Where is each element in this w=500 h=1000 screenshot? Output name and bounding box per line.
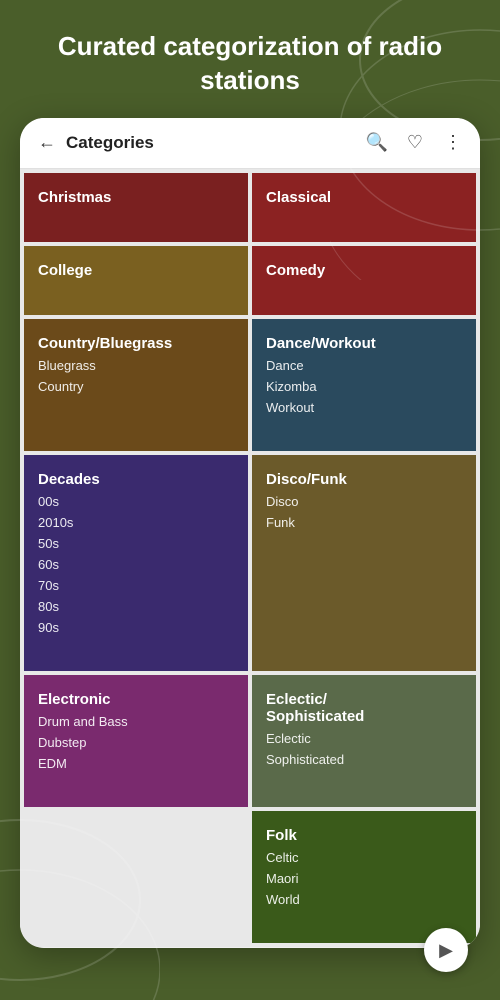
category-sub: EDM [38,756,234,771]
categories-grid: Christmas Classical College Comedy Count… [20,169,480,947]
header-actions: 🔍 ♡ ⋮ [366,132,464,154]
category-name: Folk [266,827,462,844]
category-disco[interactable]: Disco/Funk Disco Funk [252,455,476,671]
category-christmas[interactable]: Christmas [24,173,248,242]
category-dance[interactable]: Dance/Workout Dance Kizomba Workout [252,319,476,451]
category-comedy[interactable]: Comedy [252,246,476,315]
category-country[interactable]: Country/Bluegrass Bluegrass Country [24,319,248,451]
category-name: Classical [266,189,462,206]
category-name: Comedy [266,262,462,279]
category-sub: Country [38,379,234,394]
category-sub: 60s [38,557,234,572]
category-sub: 50s [38,536,234,551]
category-name: Eclectic/Sophisticated [266,691,462,725]
header-title-text: Curated categorization of radio stations [58,31,442,95]
category-sub: 00s [38,494,234,509]
category-name: Dance/Workout [266,335,462,352]
page-header-title: Curated categorization of radio stations [0,0,500,118]
category-name: Country/Bluegrass [38,335,234,352]
category-sub: 70s [38,578,234,593]
category-name: College [38,262,234,279]
category-sub: Eclectic [266,731,462,746]
category-sub: Maori [266,871,462,886]
category-name: Disco/Funk [266,471,462,488]
category-folk[interactable]: Folk Celtic Maori World [252,811,476,943]
category-sub: Funk [266,515,462,530]
play-icon: ▶ [439,940,453,961]
nav-title: Categories [66,133,366,153]
heart-icon[interactable]: ♡ [404,132,426,154]
phone-frame: ← Categories 🔍 ♡ ⋮ Christmas Classical C… [20,118,480,948]
category-name: Electronic [38,691,234,708]
category-decades[interactable]: Decades 00s 2010s 50s 60s 70s 80s 90s [24,455,248,671]
category-name: Decades [38,471,234,488]
category-sub: Drum and Bass [38,714,234,729]
category-sub: Dubstep [38,735,234,750]
category-sub: Dance [266,358,462,373]
category-sub: Kizomba [266,379,462,394]
category-sub: 90s [38,620,234,635]
more-icon[interactable]: ⋮ [442,132,464,154]
category-name: Christmas [38,189,234,206]
category-sub: 2010s [38,515,234,530]
nav-bar: ← Categories 🔍 ♡ ⋮ [20,118,480,169]
category-sub: Sophisticated [266,752,462,767]
category-sub: Bluegrass [38,358,234,373]
category-sub: Workout [266,400,462,415]
category-classical[interactable]: Classical [252,173,476,242]
category-college[interactable]: College [24,246,248,315]
fab-play-button[interactable]: ▶ [424,928,468,972]
category-sub: Celtic [266,850,462,865]
category-sub: World [266,892,462,907]
category-eclectic[interactable]: Eclectic/Sophisticated Eclectic Sophisti… [252,675,476,807]
back-button[interactable]: ← [36,132,58,154]
category-sub: 80s [38,599,234,614]
search-icon[interactable]: 🔍 [366,132,388,154]
category-sub: Disco [266,494,462,509]
category-electronic[interactable]: Electronic Drum and Bass Dubstep EDM [24,675,248,807]
